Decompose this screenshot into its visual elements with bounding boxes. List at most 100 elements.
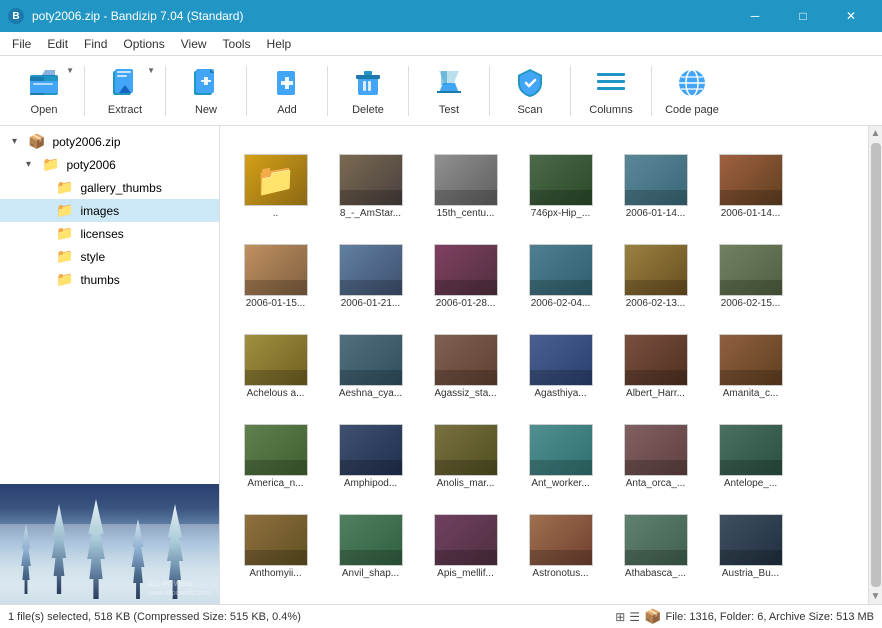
file-item-6[interactable]: 2006-01-15... [228,224,323,314]
file-item-9[interactable]: 2006-02-04... [513,224,608,314]
file-item-22[interactable]: Anta_orca_... [608,404,703,494]
file-item-0[interactable]: 📁 .. [228,134,323,224]
app-icon: B [8,8,24,24]
toolbar-sep-1 [84,66,85,116]
toolbar-btn-delete[interactable]: Delete [332,60,404,122]
folder-label-licenses: licenses [80,227,123,241]
menu-item-edit[interactable]: Edit [39,35,76,53]
menu-item-file[interactable]: File [4,35,39,53]
file-item-31[interactable]: Bill_Thom... [323,584,418,604]
file-item-18[interactable]: America_n... [228,404,323,494]
columns-icon [594,66,628,100]
statusbar: 1 file(s) selected, 518 KB (Compressed S… [0,604,882,628]
file-name-9: 2006-02-04... [531,298,591,310]
menu-item-tools[interactable]: Tools [215,35,259,53]
folder-icon-licenses: 📁 [56,225,73,242]
file-item-32[interactable]: Bismuth_cr... [418,584,513,604]
grid-icon[interactable]: ⊞ [615,610,625,624]
list-icon[interactable]: ☰ [629,610,640,624]
file-name-5: 2006-01-14... [721,208,781,220]
menu-item-options[interactable]: Options [115,35,172,53]
file-item-34[interactable]: Boelge_sto... [608,584,703,604]
toolbar: Open ▼ Extract ▼ New Add Delete Test [0,56,882,126]
open-arrow: ▼ [66,66,74,75]
scrollbar[interactable]: ▲ ▼ [868,126,882,604]
file-name-28: Athabasca_... [625,568,686,580]
file-item-28[interactable]: Athabasca_... [608,494,703,584]
file-item-24[interactable]: Anthomyii... [228,494,323,584]
toolbar-sep-4 [327,66,328,116]
file-item-8[interactable]: 2006-01-28... [418,224,513,314]
sidebar-item-gallery_thumbs[interactable]: 📁 gallery_thumbs [0,176,219,199]
file-item-30[interactable]: Berlin_Wor... [228,584,323,604]
file-item-4[interactable]: 2006-01-14... [608,134,703,224]
file-item-33[interactable]: Black-head... [513,584,608,604]
toolbar-btn-columns[interactable]: Columns [575,60,647,122]
file-item-29[interactable]: Austria_Bu... [703,494,798,584]
toolbar-btn-add[interactable]: Add [251,60,323,122]
file-item-19[interactable]: Amphipod... [323,404,418,494]
toolbar-btn-open[interactable]: Open ▼ [8,60,80,122]
close-button[interactable]: ✕ [828,0,874,32]
file-item-15[interactable]: Agasthiya... [513,314,608,404]
menu-item-find[interactable]: Find [76,35,115,53]
sidebar-item-licenses[interactable]: 📁 licenses [0,222,219,245]
toolbar-btn-codepage[interactable]: Code page [656,60,728,122]
toolbar-btn-test[interactable]: Test [413,60,485,122]
toolbar-sep-3 [246,66,247,116]
file-item-14[interactable]: Agassiz_sta... [418,314,513,404]
file-name-23: Antelope_... [724,478,777,490]
file-name-3: 746px-Hip_... [531,208,590,220]
file-name-17: Amanita_c... [723,388,779,400]
file-item-16[interactable]: Albert_Harr... [608,314,703,404]
file-name-12: Achelous a... [247,388,305,400]
sidebar-item-poty2006[interactable]: ▾ 📁 poty2006 [0,153,219,176]
folder-icon-gallery_thumbs: 📁 [56,179,73,196]
folder-label-images: images [80,204,119,218]
folder-icon-style: 📁 [56,248,73,265]
file-item-3[interactable]: 746px-Hip_... [513,134,608,224]
file-item-12[interactable]: Achelous a... [228,314,323,404]
file-item-5[interactable]: 2006-01-14... [703,134,798,224]
file-item-27[interactable]: Astronotus... [513,494,608,584]
file-item-1[interactable]: 8_-_AmStar... [323,134,418,224]
file-name-24: Anthomyii... [249,568,301,580]
extract-icon [108,66,142,100]
file-item-10[interactable]: 2006-02-13... [608,224,703,314]
folder-label-poty2006: poty2006 [66,158,115,172]
file-name-20: Anolis_mar... [437,478,495,490]
file-item-25[interactable]: Anvil_shap... [323,494,418,584]
file-name-21: Ant_worker... [531,478,589,490]
sidebar-item-zip-root[interactable]: ▾ 📦 poty2006.zip [0,130,219,153]
sidebar-item-style[interactable]: 📁 style [0,245,219,268]
file-item-7[interactable]: 2006-01-21... [323,224,418,314]
file-name-2: 15th_centu... [437,208,495,220]
toolbar-sep-7 [570,66,571,116]
scan-icon [513,66,547,100]
file-item-35[interactable]: Brazilian_N... [703,584,798,604]
file-item-11[interactable]: 2006-02-15... [703,224,798,314]
file-item-13[interactable]: Aeshna_cya... [323,314,418,404]
file-item-17[interactable]: Amanita_c... [703,314,798,404]
minimize-button[interactable]: ─ [732,0,778,32]
sidebar-item-images[interactable]: 📁 images [0,199,219,222]
file-item-21[interactable]: Ant_worker... [513,404,608,494]
sidebar-item-thumbs[interactable]: 📁 thumbs [0,268,219,291]
folder-tree: ▾ 📦 poty2006.zip ▾ 📁 poty2006 📁 gallery_… [0,126,219,484]
folder-icon-images: 📁 [56,202,73,219]
file-name-0: .. [273,208,279,220]
toolbar-btn-new[interactable]: New [170,60,242,122]
titlebar: B poty2006.zip - Bandizip 7.04 (Standard… [0,0,882,32]
window-controls: ─ □ ✕ [732,0,874,32]
menu-item-help[interactable]: Help [259,35,300,53]
file-name-29: Austria_Bu... [722,568,779,580]
toolbar-btn-scan[interactable]: Scan [494,60,566,122]
file-item-2[interactable]: 15th_centu... [418,134,513,224]
file-name-13: Aeshna_cya... [339,388,402,400]
menu-item-view[interactable]: View [173,35,215,53]
maximize-button[interactable]: □ [780,0,826,32]
toolbar-btn-extract[interactable]: Extract ▼ [89,60,161,122]
file-item-20[interactable]: Anolis_mar... [418,404,513,494]
file-item-26[interactable]: Apis_mellif... [418,494,513,584]
file-item-23[interactable]: Antelope_... [703,404,798,494]
